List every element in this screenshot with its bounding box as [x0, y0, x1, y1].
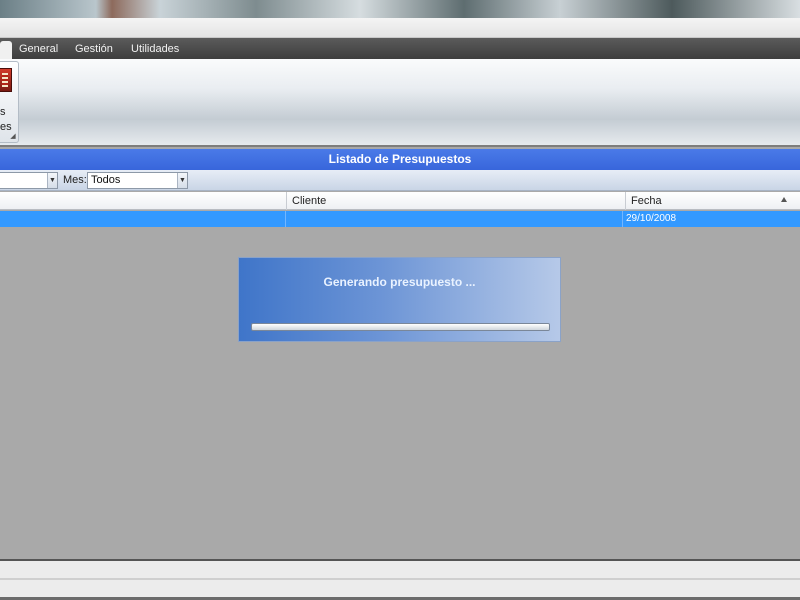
- tab-general[interactable]: General: [16, 41, 61, 59]
- cell-cliente: [286, 211, 625, 227]
- month-filter-dropdown[interactable]: Todos ▼: [87, 172, 188, 189]
- table-row[interactable]: 29/10/2008: [0, 211, 800, 227]
- grid-header: Cliente Fecha: [0, 192, 800, 210]
- budget-grid: Cliente Fecha 29/10/2008: [0, 192, 800, 559]
- mes-label: Mes:: [63, 174, 87, 186]
- chevron-down-icon[interactable]: ▼: [47, 173, 57, 188]
- column-header-cliente[interactable]: Cliente: [286, 192, 625, 210]
- progress-message: Generando presupuesto ...: [323, 275, 476, 289]
- column-header-first[interactable]: [0, 192, 286, 210]
- list-title: Listado de Presupuestos: [0, 149, 800, 170]
- sort-ascending-icon: [781, 197, 787, 202]
- month-filter-value: Todos: [91, 174, 121, 186]
- progress-dialog: Generando presupuesto ...: [238, 257, 561, 342]
- status-divider: [0, 578, 800, 580]
- tab-home[interactable]: [0, 41, 12, 59]
- ribbon-button-label-line1: s: [0, 106, 6, 118]
- tab-gestion[interactable]: Gestión: [72, 41, 116, 59]
- document-stack-icon[interactable]: [0, 68, 12, 92]
- filter-bar: ▼ Mes: Todos ▼: [0, 170, 800, 191]
- chevron-down-icon[interactable]: ▼: [177, 173, 187, 188]
- ribbon-group[interactable]: s es ◢: [0, 61, 19, 143]
- ribbon-tab-bar: General Gestión Utilidades: [0, 38, 800, 59]
- ribbon-button-label-line2: es: [0, 121, 12, 133]
- cell-first: [0, 211, 286, 227]
- tab-utilidades[interactable]: Utilidades: [128, 41, 182, 59]
- dialog-launcher-icon[interactable]: ◢: [9, 133, 17, 141]
- ribbon-panel: s es ◢: [0, 59, 800, 147]
- progress-bar: [251, 323, 550, 331]
- progress-fill: [252, 324, 549, 330]
- status-bar: [0, 559, 800, 600]
- window-titlebar: [0, 18, 800, 38]
- year-filter-dropdown[interactable]: ▼: [0, 172, 58, 189]
- column-header-fecha[interactable]: Fecha: [625, 192, 795, 210]
- desktop-wallpaper: [0, 0, 800, 18]
- cell-fecha: 29/10/2008: [626, 213, 677, 224]
